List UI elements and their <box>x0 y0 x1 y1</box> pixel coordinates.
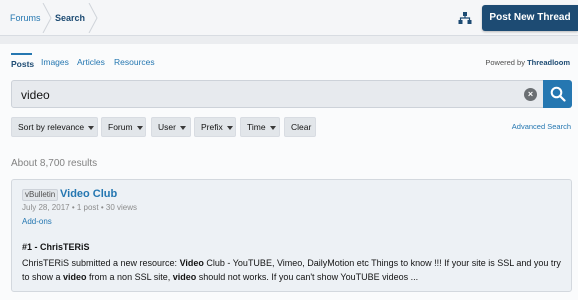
tab-resources[interactable]: Resources <box>114 53 155 71</box>
result-snippet-heading: #1 - ChrisTERiS <box>22 242 90 252</box>
user-dropdown[interactable]: User <box>151 117 191 137</box>
snippet-text: from a non SSL site, <box>86 272 173 282</box>
search-input[interactable]: video × <box>11 80 544 108</box>
post-new-thread-button[interactable]: Post New Thread <box>482 5 578 31</box>
breadcrumb-separator-icon <box>88 3 98 33</box>
snippet-text: should not works. If you can't show YouT… <box>196 272 419 282</box>
result-snippet: ChrisTERiS submitted a new resource: Vid… <box>22 256 567 284</box>
time-dropdown-label: Time <box>247 122 266 132</box>
sitemap-icon[interactable] <box>458 11 472 25</box>
results-count: About 8,700 results <box>11 158 98 169</box>
breadcrumb-separator-icon <box>42 3 52 33</box>
snippet-highlight: Video <box>179 258 204 268</box>
prefix-dropdown[interactable]: Prefix <box>194 117 236 137</box>
clear-filters-button[interactable]: Clear <box>284 117 316 137</box>
powered-by-brand[interactable]: Threadloom <box>527 58 570 67</box>
advanced-search-link[interactable]: Advanced Search <box>512 122 571 131</box>
snippet-highlight: video <box>172 272 197 282</box>
chevron-down-icon <box>226 125 233 130</box>
snippet-highlight: video <box>63 272 87 282</box>
sort-dropdown[interactable]: Sort by relevance <box>11 117 98 137</box>
result-meta: July 28, 2017 • 1 post • 30 views <box>22 203 137 212</box>
powered-by-prefix: Powered by <box>485 58 525 67</box>
search-panel: Posts Images Articles Resources Powered … <box>0 44 578 300</box>
forum-dropdown[interactable]: Forum <box>101 117 146 137</box>
tab-posts[interactable]: Posts <box>11 53 34 71</box>
tab-images[interactable]: Images <box>41 53 69 71</box>
chevron-down-icon <box>269 125 276 130</box>
result-category-link[interactable]: Add-ons <box>22 217 52 226</box>
user-dropdown-label: User <box>158 122 176 132</box>
search-input-value[interactable]: video <box>21 81 50 109</box>
sort-dropdown-label: Sort by relevance <box>18 122 85 132</box>
chevron-down-icon <box>136 125 143 130</box>
result-prefix-badge: vBulletin <box>22 189 59 201</box>
result-card: vBulletin Video Club July 28, 2017 • 1 p… <box>11 179 572 292</box>
forum-dropdown-label: Forum <box>108 122 133 132</box>
search-icon <box>550 86 566 102</box>
time-dropdown[interactable]: Time <box>240 117 280 137</box>
snippet-text: ChrisTERiS submitted a new resource: <box>22 258 180 268</box>
top-bar: Forums Search Post New Thread <box>0 0 578 36</box>
powered-by: Powered by Threadloom <box>485 58 570 67</box>
prefix-dropdown-label: Prefix <box>201 122 223 132</box>
search-button[interactable] <box>543 80 572 108</box>
breadcrumb-forums[interactable]: Forums <box>10 0 41 36</box>
chevron-down-icon <box>179 125 186 130</box>
result-title-link[interactable]: Video Club <box>60 188 117 200</box>
tab-articles[interactable]: Articles <box>77 53 105 71</box>
chevron-down-icon <box>88 125 95 130</box>
breadcrumb-search[interactable]: Search <box>55 0 85 36</box>
clear-search-icon[interactable]: × <box>524 88 537 101</box>
